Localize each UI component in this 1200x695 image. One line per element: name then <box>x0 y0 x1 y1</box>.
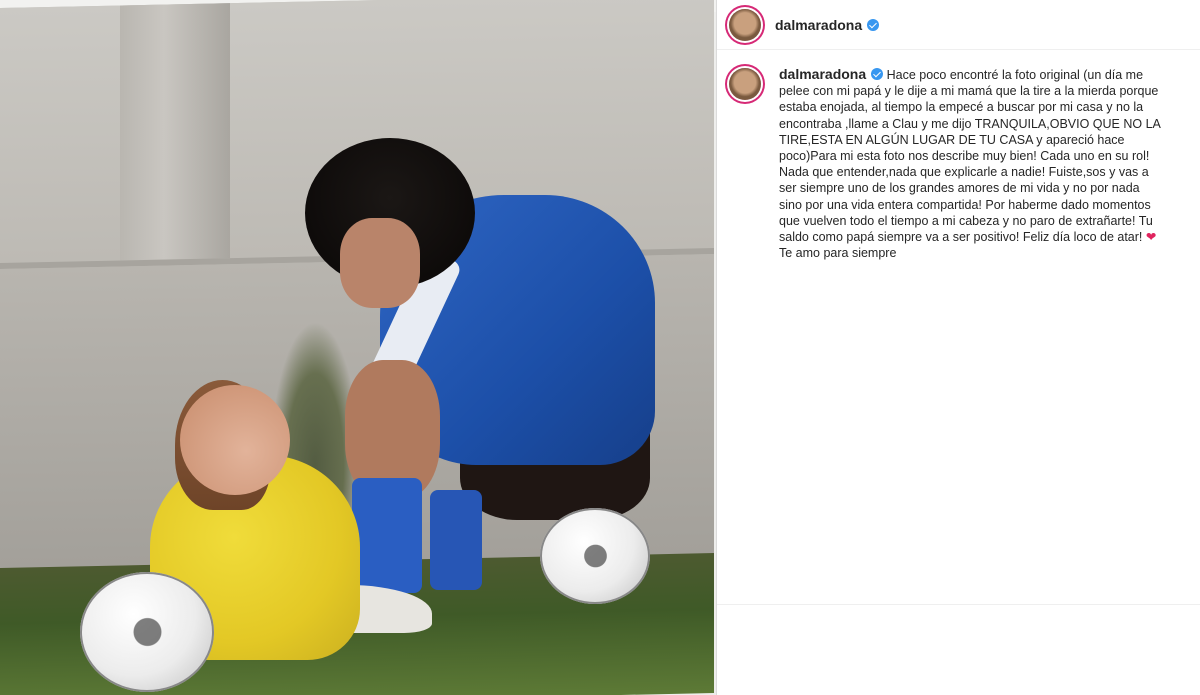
caption-end: Te amo para siempre <box>779 246 897 261</box>
man-sock-right <box>430 490 482 590</box>
post-sidebar: dalmaradona dalmaradona Hace poco encont… <box>716 0 1200 695</box>
child-face <box>180 385 290 495</box>
verified-badge-icon <box>871 68 884 80</box>
caption-body: dalmaradona Hace poco encontré la foto o… <box>779 66 1163 261</box>
soccer-ball-left <box>80 572 214 692</box>
verified-badge-icon <box>867 18 880 31</box>
post-header: dalmaradona <box>717 0 1200 50</box>
man-sock-left <box>352 478 422 593</box>
wall-pillar <box>120 3 230 261</box>
caption-username[interactable]: dalmaradona <box>779 66 866 82</box>
profile-avatar[interactable] <box>729 8 761 41</box>
soccer-ball-right <box>540 508 650 604</box>
heart-emoji-icon: ❤ <box>1145 230 1157 245</box>
man-face <box>340 218 420 308</box>
header-username[interactable]: dalmaradona <box>775 17 862 33</box>
caption-avatar[interactable] <box>729 68 761 100</box>
post-photo[interactable] <box>0 0 716 695</box>
caption-comment: dalmaradona Hace poco encontré la foto o… <box>717 50 1200 261</box>
divider <box>717 604 1200 605</box>
caption-text: Hace poco encontré la foto original (un … <box>779 68 1161 245</box>
